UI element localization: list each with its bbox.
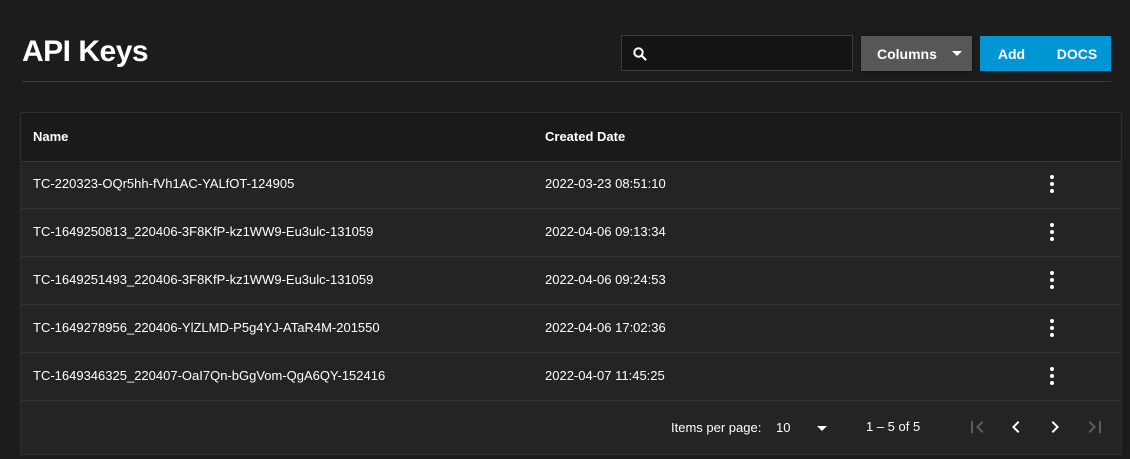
table-row: TC-1649251493_220406-3F8KfP-kz1WW9-Eu3ul…: [21, 257, 1121, 305]
caret-down-icon: [952, 51, 962, 56]
column-header-name[interactable]: Name: [33, 129, 68, 144]
docs-button[interactable]: DOCS: [1043, 36, 1111, 71]
columns-button-label: Columns: [877, 45, 937, 62]
key-name: TC-1649278956_220406-YlZLMD-P5g4YJ-ATaR4…: [33, 320, 380, 335]
api-keys-page: API Keys Columns Add DOCS Name Created D…: [0, 0, 1130, 459]
table-row: TC-220323-OQr5hh-fVh1AC-YALfOT-124905 20…: [21, 161, 1121, 209]
search-input[interactable]: [654, 36, 848, 72]
more-vert-icon[interactable]: [1042, 365, 1062, 387]
key-name: TC-1649251493_220406-3F8KfP-kz1WW9-Eu3ul…: [33, 272, 374, 287]
last-page-icon[interactable]: [1083, 415, 1107, 439]
more-vert-icon[interactable]: [1042, 269, 1062, 291]
api-keys-table: Name Created Date TC-220323-OQr5hh-fVh1A…: [20, 112, 1122, 455]
key-name: TC-1649346325_220407-OaI7Qn-bGgVom-QgA6Q…: [33, 368, 386, 383]
table-row: TC-1649346325_220407-OaI7Qn-bGgVom-QgA6Q…: [21, 353, 1121, 401]
created-date: 2022-04-07 11:45:25: [545, 368, 665, 383]
page-size-select[interactable]: 10: [776, 420, 790, 435]
add-button[interactable]: Add: [980, 36, 1043, 71]
more-vert-icon[interactable]: [1042, 173, 1062, 195]
column-header-created-date[interactable]: Created Date: [545, 129, 625, 144]
items-per-page-label: Items per page:: [671, 420, 762, 435]
chevron-left-icon[interactable]: [1004, 415, 1028, 439]
created-date: 2022-04-06 09:24:53: [545, 272, 666, 287]
page-range-label: 1 – 5 of 5: [866, 419, 921, 434]
table-row: TC-1649250813_220406-3F8KfP-kz1WW9-Eu3ul…: [21, 209, 1121, 257]
created-date: 2022-04-06 09:13:34: [545, 224, 666, 239]
table-row: TC-1649278956_220406-YlZLMD-P5g4YJ-ATaR4…: [21, 305, 1121, 353]
page-header: API Keys Columns Add DOCS: [22, 0, 1111, 82]
chevron-right-icon[interactable]: [1043, 415, 1067, 439]
key-name: TC-1649250813_220406-3F8KfP-kz1WW9-Eu3ul…: [33, 224, 374, 239]
created-date: 2022-04-06 17:02:36: [545, 320, 666, 335]
created-date: 2022-03-23 08:51:10: [545, 176, 666, 191]
search-box[interactable]: [621, 35, 853, 72]
more-vert-icon[interactable]: [1042, 221, 1062, 243]
key-name: TC-220323-OQr5hh-fVh1AC-YALfOT-124905: [33, 176, 295, 191]
table-header: Name Created Date: [21, 113, 1121, 162]
page-title: API Keys: [22, 35, 149, 68]
paginator: Items per page: 10 1 – 5 of 5: [21, 401, 1121, 455]
search-icon: [633, 47, 647, 61]
caret-down-icon[interactable]: [817, 426, 827, 431]
first-page-icon[interactable]: [965, 415, 989, 439]
columns-button[interactable]: Columns: [861, 36, 972, 71]
more-vert-icon[interactable]: [1042, 317, 1062, 339]
